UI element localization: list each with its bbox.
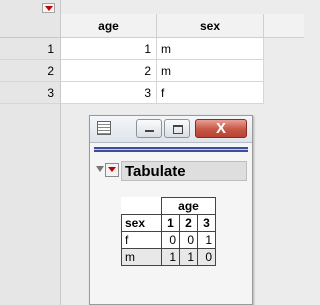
- outline-header: Tabulate: [96, 161, 247, 181]
- column-level-header: 3: [197, 214, 216, 232]
- row-number[interactable]: 2: [0, 60, 61, 82]
- row-number-label: 3: [47, 86, 54, 100]
- column-header-age[interactable]: age: [61, 14, 157, 38]
- row-header-strip: [0, 104, 61, 305]
- table-corner-blank: [122, 198, 162, 215]
- cell-age[interactable]: 3: [61, 82, 157, 104]
- red-triangle-menu-icon[interactable]: [105, 163, 119, 177]
- column-header-label: age: [98, 19, 119, 33]
- row-level-label: f: [121, 231, 162, 249]
- table-row: f 0 0 1: [121, 231, 216, 249]
- row-number[interactable]: 3: [0, 82, 61, 104]
- close-icon: X: [215, 120, 226, 137]
- table-row: m 1 1 0: [121, 248, 216, 266]
- window-titlebar[interactable]: X: [90, 116, 252, 143]
- tabulate-table: age sex 1 2 3 f 0 0 1 m 1 1 0: [121, 197, 216, 266]
- column-level-header: 2: [179, 214, 198, 232]
- disclosure-triangle-icon[interactable]: [96, 166, 104, 172]
- close-button[interactable]: X: [195, 119, 247, 138]
- column-level-header: 1: [161, 214, 180, 232]
- cell-value: m: [161, 64, 171, 78]
- cell-value: m: [161, 42, 171, 56]
- tabulate-report-window[interactable]: X Tabulate age sex 1 2 3 f 0 0 1 m 1 1 0: [89, 115, 253, 305]
- column-header-label: sex: [199, 19, 221, 33]
- cell-sex[interactable]: f: [157, 82, 264, 104]
- count-cell: 0: [161, 231, 180, 249]
- row-number-label: 1: [47, 42, 54, 56]
- report-window-icon[interactable]: [97, 121, 111, 135]
- cell-value: 1: [144, 42, 151, 56]
- column-header-sex[interactable]: sex: [157, 14, 264, 38]
- count-cell: 1: [161, 248, 180, 266]
- cell-age[interactable]: 2: [61, 60, 157, 82]
- cell-value: f: [161, 86, 165, 100]
- row-number-label: 2: [47, 64, 54, 78]
- count-cell: 0: [197, 248, 216, 266]
- count-cell: 1: [197, 231, 216, 249]
- table-corner: [0, 0, 61, 38]
- column-group-header: age: [161, 197, 216, 215]
- cell-sex[interactable]: m: [157, 60, 264, 82]
- row-level-label: m: [121, 248, 162, 266]
- maximize-button[interactable]: [164, 119, 190, 138]
- cell-age[interactable]: 1: [61, 38, 157, 60]
- outline-title: Tabulate: [121, 161, 247, 181]
- row-number[interactable]: 1: [0, 38, 61, 60]
- minimize-button[interactable]: [136, 119, 162, 138]
- cell-value: 2: [144, 64, 151, 78]
- count-cell: 1: [179, 248, 198, 266]
- count-cell: 0: [179, 231, 198, 249]
- cell-sex[interactable]: m: [157, 38, 264, 60]
- cell-value: 3: [144, 86, 151, 100]
- row-group-header: sex: [121, 214, 162, 232]
- table-menu-icon[interactable]: [42, 3, 55, 13]
- report-accent-bar: [94, 147, 248, 152]
- column-header-empty: [264, 14, 304, 38]
